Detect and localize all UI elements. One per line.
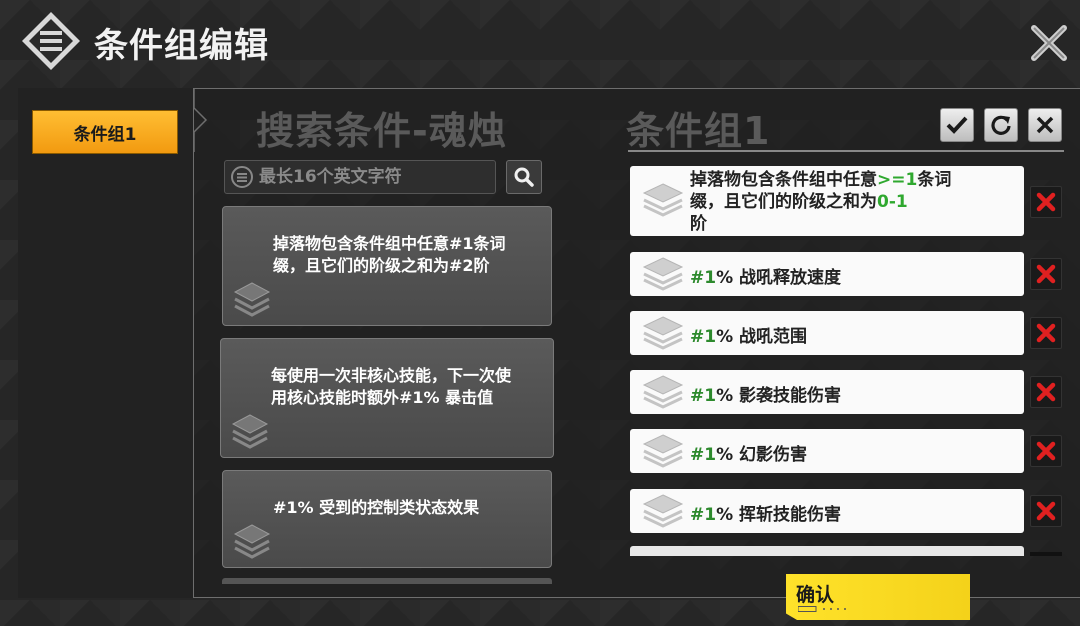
- delete-icon: [1036, 382, 1056, 402]
- layers-icon: [642, 375, 684, 409]
- clear-group-button[interactable]: [1028, 108, 1062, 142]
- confirm-button-label: 确认: [796, 584, 835, 606]
- group-item[interactable]: #1% 战吼范围: [630, 311, 1024, 355]
- delete-item-button[interactable]: [1030, 435, 1062, 467]
- search-box: [224, 160, 496, 194]
- confirm-button[interactable]: 确认: [786, 574, 970, 620]
- search-result-text: 掉落物包含条件组中任意#1条词缀，且它们的阶级之和为#2阶: [273, 234, 506, 275]
- sidebar: 条件组1: [18, 88, 194, 598]
- layers-icon: [642, 494, 684, 528]
- delete-icon: [1036, 192, 1056, 212]
- search-result-card-peek: [222, 578, 552, 584]
- group-item-peek: [630, 546, 1024, 556]
- search-input[interactable]: [259, 167, 489, 187]
- confirm-group-button[interactable]: [940, 108, 974, 142]
- delete-icon: [1036, 264, 1056, 284]
- search-result-text: 每使用一次非核心技能，下一次使用核心技能时额外#1% 暴击值: [271, 366, 512, 407]
- close-icon: [1036, 116, 1054, 134]
- group-item[interactable]: 掉落物包含条件组中任意>=1条词缀，且它们的阶级之和为0-1 阶: [630, 166, 1024, 236]
- delete-icon: [1036, 323, 1056, 343]
- header: 条件组编辑: [0, 0, 1080, 84]
- delete-icon: [1036, 501, 1056, 521]
- layers-icon: [642, 434, 684, 468]
- delete-item-button[interactable]: [1030, 186, 1062, 218]
- delete-item-button-peek: [1030, 552, 1062, 556]
- layers-icon: [231, 414, 269, 449]
- group-item-value: 0-1: [877, 192, 908, 212]
- delete-item-button[interactable]: [1030, 317, 1062, 349]
- group-item-label: #1% 幻影伤害: [690, 445, 808, 465]
- layers-icon: [233, 282, 271, 317]
- reset-group-button[interactable]: [984, 108, 1018, 142]
- sidebar-divider-arrow: [194, 88, 208, 152]
- group-item[interactable]: #1% 幻影伤害: [630, 429, 1024, 473]
- layers-icon: [642, 183, 684, 217]
- sidebar-tab-group-1[interactable]: 条件组1: [32, 110, 178, 154]
- search-button[interactable]: [506, 160, 542, 194]
- search-result-text: #1% 受到的控制类状态效果: [273, 498, 480, 517]
- group-panel-title: 条件组1: [626, 109, 771, 153]
- group-item-label: #1% 战吼释放速度: [690, 268, 842, 288]
- group-item-label: #1% 影袭技能伤害: [690, 386, 842, 406]
- search-icon: [514, 167, 534, 187]
- group-item[interactable]: #1% 挥斩技能伤害: [630, 489, 1024, 533]
- group-item[interactable]: #1% 战吼释放速度: [630, 252, 1024, 296]
- reset-icon: [991, 115, 1011, 135]
- check-icon: [946, 116, 968, 134]
- group-item-label: #1% 挥斩技能伤害: [690, 505, 842, 525]
- search-result-card[interactable]: #1% 受到的控制类状态效果: [222, 470, 552, 568]
- delete-item-button[interactable]: [1030, 258, 1062, 290]
- group-item-value: >=1: [877, 170, 918, 190]
- close-window-icon[interactable]: [1028, 22, 1070, 64]
- layers-icon: [642, 316, 684, 350]
- layers-icon: [642, 257, 684, 291]
- confirm-decoration-icon: [798, 606, 846, 612]
- window-title: 条件组编辑: [94, 26, 269, 66]
- layers-icon: [233, 524, 271, 559]
- list-icon: [231, 166, 253, 188]
- search-result-card[interactable]: 每使用一次非核心技能，下一次使用核心技能时额外#1% 暴击值: [220, 338, 554, 458]
- group-item[interactable]: #1% 影袭技能伤害: [630, 370, 1024, 414]
- group-item-label: 掉落物包含条件组中任意>=1条词缀，且它们的阶级之和为0-1 阶: [690, 170, 952, 234]
- search-result-card[interactable]: 掉落物包含条件组中任意#1条词缀，且它们的阶级之和为#2阶: [222, 206, 552, 326]
- delete-item-button[interactable]: [1030, 376, 1062, 408]
- logo-icon: [22, 12, 80, 70]
- group-item-label: #1% 战吼范围: [690, 327, 808, 347]
- group-panel-divider: [628, 150, 1064, 152]
- delete-icon: [1036, 441, 1056, 461]
- sidebar-tab-label: 条件组1: [73, 124, 137, 145]
- search-panel-title: 搜索条件-魂烛: [256, 109, 507, 153]
- delete-item-button[interactable]: [1030, 495, 1062, 527]
